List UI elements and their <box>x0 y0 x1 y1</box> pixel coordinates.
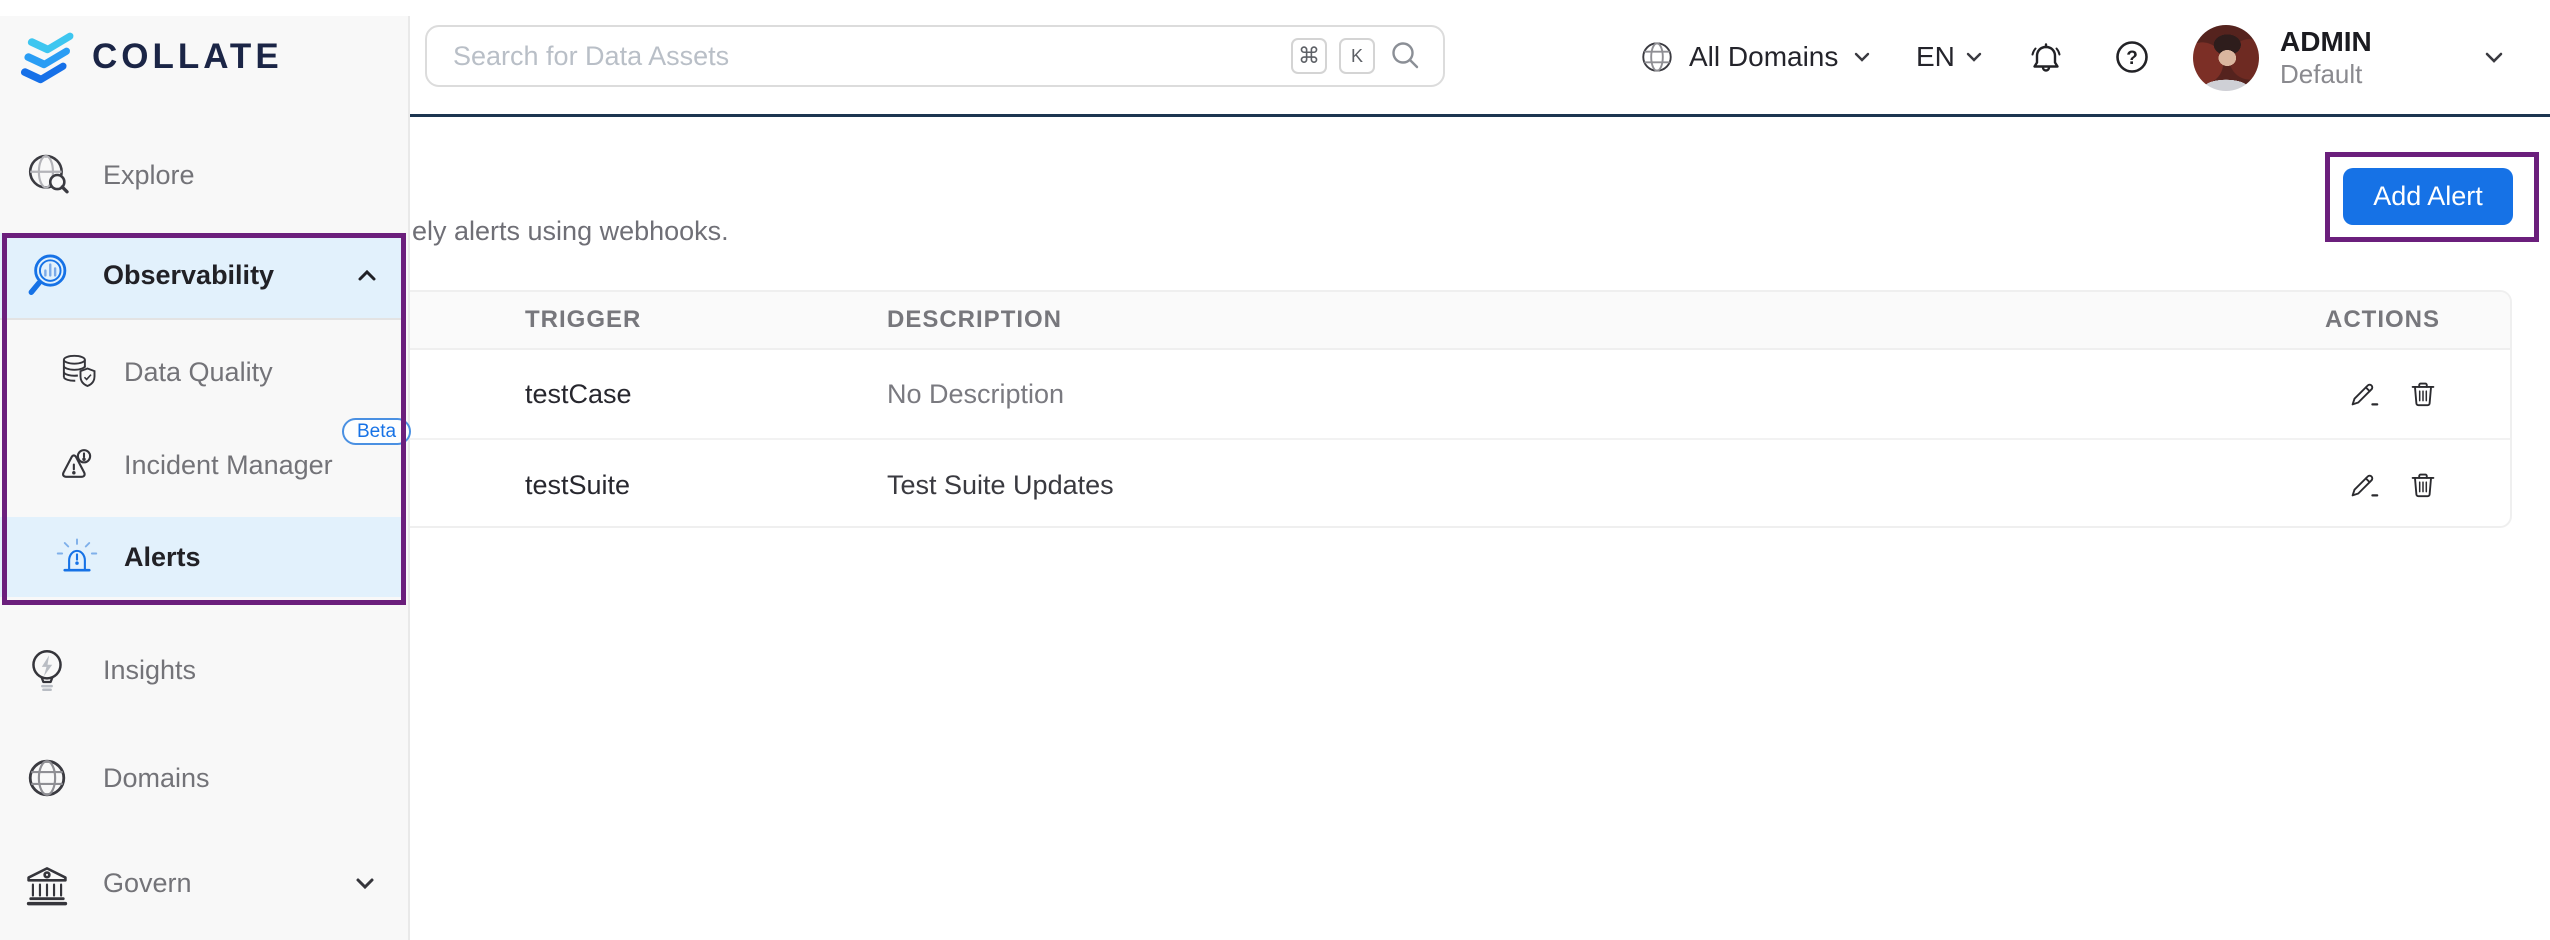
column-header-actions: ACTIONS <box>2110 306 2440 334</box>
sidebar-item-data-quality[interactable]: Data Quality <box>0 340 406 404</box>
chevron-down-icon <box>1963 46 1985 68</box>
table-row: testCase No Description <box>302 350 2510 440</box>
column-header-description: DESCRIPTION <box>887 306 2110 334</box>
search-icon[interactable] <box>1387 38 1423 74</box>
sidebar-item-observability[interactable]: Observability <box>0 233 406 320</box>
domains-globe-icon <box>20 752 74 804</box>
collate-logo-icon <box>18 28 78 86</box>
chevron-down-icon <box>1851 46 1873 68</box>
edit-alert-button[interactable] <box>2346 468 2380 502</box>
trash-icon <box>2406 468 2440 502</box>
k-key-badge: K <box>1339 38 1375 74</box>
chevron-up-icon[interactable] <box>354 263 380 289</box>
sidebar-item-label: Domains <box>103 763 210 794</box>
explore-icon <box>20 149 74 201</box>
sidebar-item-label: Data Quality <box>124 357 273 388</box>
description-cell: Test Suite Updates <box>887 470 2110 501</box>
table-row: testSuite Test Suite Updates <box>302 440 2510 528</box>
sidebar-item-label: Incident Manager <box>124 450 333 481</box>
left-sidebar: COLLATE Explore <box>0 16 410 940</box>
sidebar-item-label: Explore <box>103 160 195 191</box>
observability-icon <box>20 250 74 302</box>
global-search[interactable]: ⌘ K <box>425 25 1445 87</box>
cmd-key-badge: ⌘ <box>1291 38 1327 74</box>
help-icon: ? <box>2112 37 2152 77</box>
sidebar-item-insights[interactable]: Insights <box>0 638 406 702</box>
column-header-trigger: TRIGGER <box>525 306 887 334</box>
user-avatar[interactable] <box>2193 25 2259 91</box>
sidebar-item-label: Observability <box>103 260 274 291</box>
sidebar-item-label: Govern <box>103 868 192 899</box>
edit-alert-button[interactable] <box>2346 377 2380 411</box>
pencil-icon <box>2346 377 2380 411</box>
incident-manager-icon <box>56 443 98 487</box>
add-alert-button[interactable]: Add Alert <box>2343 168 2513 225</box>
beta-badge: Beta <box>342 418 411 445</box>
description-cell: No Description <box>887 379 2110 410</box>
trigger-cell: testCase <box>525 379 887 410</box>
search-input[interactable] <box>453 41 1279 72</box>
notifications-button[interactable] <box>2024 0 2068 114</box>
alerts-table-header: TRIGGER DESCRIPTION ACTIONS <box>302 292 2510 350</box>
sidebar-item-label: Insights <box>103 655 196 686</box>
sidebar-item-domains[interactable]: Domains <box>0 746 406 810</box>
govern-bank-icon <box>20 857 74 909</box>
svg-text:?: ? <box>2126 48 2138 69</box>
user-team: Default <box>2280 59 2372 89</box>
insights-icon <box>20 645 74 695</box>
chevron-down-icon[interactable] <box>352 870 378 896</box>
data-quality-icon <box>56 350 98 394</box>
globe-icon <box>1638 38 1676 76</box>
user-info[interactable]: ADMIN Default <box>2280 0 2372 114</box>
delete-alert-button[interactable] <box>2406 377 2440 411</box>
language-selector-label: EN <box>1916 41 1955 73</box>
domain-selector[interactable]: All Domains <box>1638 0 1873 114</box>
chevron-down-icon <box>2480 43 2508 71</box>
trash-icon <box>2406 377 2440 411</box>
bell-icon <box>2024 35 2068 79</box>
pencil-icon <box>2346 468 2380 502</box>
trigger-cell: testSuite <box>525 470 887 501</box>
collate-logo-text: COLLATE <box>92 37 283 77</box>
domain-selector-label: All Domains <box>1689 41 1838 73</box>
sidebar-item-incident-manager[interactable]: Incident Manager <box>0 433 406 497</box>
help-button[interactable]: ? <box>2112 0 2152 114</box>
navbar-underline <box>410 114 2550 117</box>
language-selector[interactable]: EN <box>1916 0 1985 114</box>
sidebar-item-label: Alerts <box>124 542 201 573</box>
alerts-page-description: ely alerts using webhooks. <box>412 216 729 247</box>
sidebar-item-alerts[interactable]: Alerts <box>0 517 406 597</box>
sidebar-item-govern[interactable]: Govern <box>0 851 406 915</box>
user-name: ADMIN <box>2280 25 2372 59</box>
user-menu-caret[interactable] <box>2480 0 2508 114</box>
alerts-table: TRIGGER DESCRIPTION ACTIONS testCase No … <box>300 290 2512 528</box>
collate-logo[interactable]: COLLATE <box>18 28 283 86</box>
delete-alert-button[interactable] <box>2406 468 2440 502</box>
sidebar-item-explore[interactable]: Explore <box>0 140 406 210</box>
app-window: ⌘ K All Domains <box>0 0 2550 940</box>
alerts-siren-icon <box>56 535 98 579</box>
